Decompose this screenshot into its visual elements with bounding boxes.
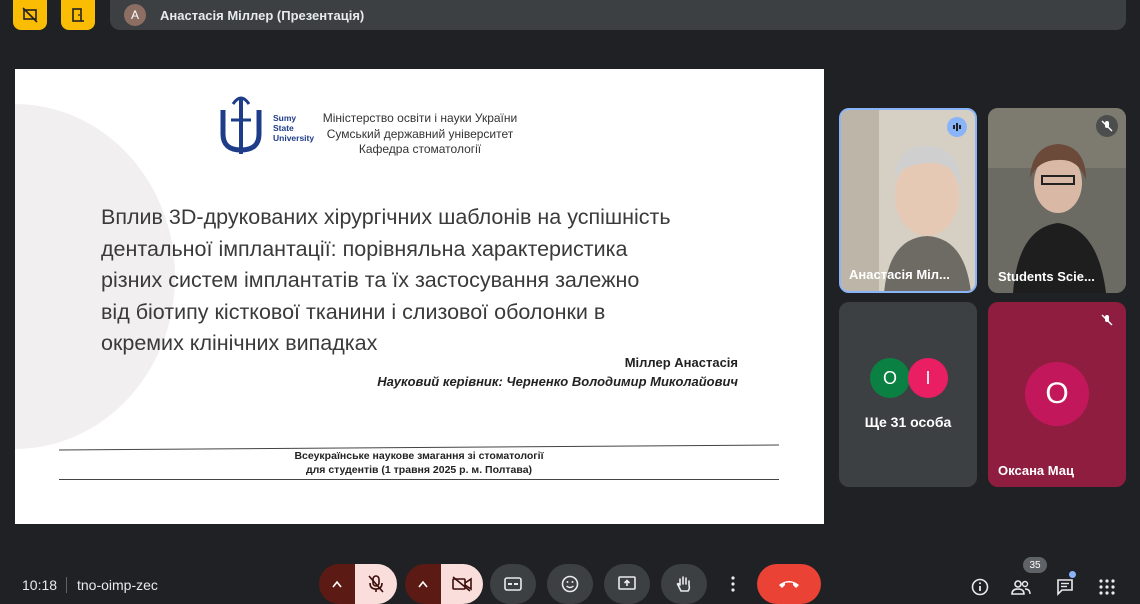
hand-icon [676,576,691,592]
presenter-label: Анастасія Міллер (Презентація) [160,7,365,23]
chevron-up-icon [418,580,428,588]
participant-tile[interactable]: Students Scie... [988,108,1126,293]
chat-notification-dot [1069,571,1076,578]
participant-name: Students Scie... [998,269,1095,284]
meeting-code: tno-oimp-zec [77,577,158,593]
more-options-button[interactable] [718,564,748,604]
divider-bottom [59,479,779,480]
stop-presenting-button[interactable] [61,0,95,30]
advisor-name: Науковий керівник: Черненко Володимир Ми… [377,374,738,389]
presentation-off-icon [22,7,38,23]
camera-toggle-button[interactable] [441,564,483,604]
leave-call-button[interactable] [757,564,821,604]
camera-off-icon [452,576,472,592]
contest-info: Всеукраїнське наукове змагання зі стомат… [294,450,544,476]
captions-icon [504,577,522,591]
mic-toggle-button[interactable] [355,564,397,604]
presenter-bar: А Анастасія Міллер (Презентація) [110,0,1126,30]
present-screen-button[interactable] [604,564,650,604]
hang-up-icon [779,581,799,588]
speaking-indicator-icon [947,117,967,137]
presentation-slide: Sumy State University Міністерство освіт… [15,69,824,524]
mic-off-icon [368,575,384,593]
present-icon [618,576,636,590]
raise-hand-button[interactable] [661,564,707,604]
participant-tile-speaker[interactable]: Анастасія Міл... [839,108,977,293]
clock: 10:18 [22,577,58,593]
participant-avatar: О [1025,362,1089,426]
apps-grid-icon [1099,579,1115,595]
participant-avatar: І [908,358,948,398]
emoji-icon [561,575,579,593]
participant-name: Оксана Мац [998,463,1074,478]
slide-title: Вплив 3D-друкованих хірургічних шаблонів… [101,205,671,355]
presentation-off-button[interactable] [13,0,47,30]
meeting-details-button[interactable] [967,574,993,600]
chat-icon [1057,579,1073,596]
captions-button[interactable] [490,564,536,604]
participant-name: Анастасія Міл... [849,267,950,282]
video-options-button[interactable] [405,564,441,604]
chevron-up-icon [332,580,342,588]
presenter-avatar: А [124,4,146,26]
university-logo-text: Sumy State University [273,113,315,143]
more-participants-tile[interactable]: О І Ще 31 особа [839,302,977,487]
divider [66,577,67,593]
university-logo [220,96,262,154]
ministry-header: Міністерство освіти і науки України Сумс… [322,111,518,156]
participant-tile[interactable]: О Оксана Мац [988,302,1126,487]
mic-off-icon [1096,115,1118,137]
activities-button[interactable] [1094,574,1120,600]
author-name: Міллер Анастасія [624,355,738,370]
chat-button[interactable] [1052,574,1078,600]
door-icon [72,8,84,22]
reactions-button[interactable] [547,564,593,604]
audio-options-button[interactable] [319,564,355,604]
bottom-toolbar: 10:18 tno-oimp-zec 35 [0,557,1140,604]
more-vert-icon [731,576,735,592]
mic-off-icon [1096,309,1118,331]
participant-avatar: О [870,358,910,398]
more-participants-label: Ще 31 особа [864,414,952,430]
people-icon [1011,580,1031,595]
info-icon [971,578,989,596]
people-count-badge: 35 [1023,557,1047,573]
people-button[interactable] [1008,574,1034,600]
